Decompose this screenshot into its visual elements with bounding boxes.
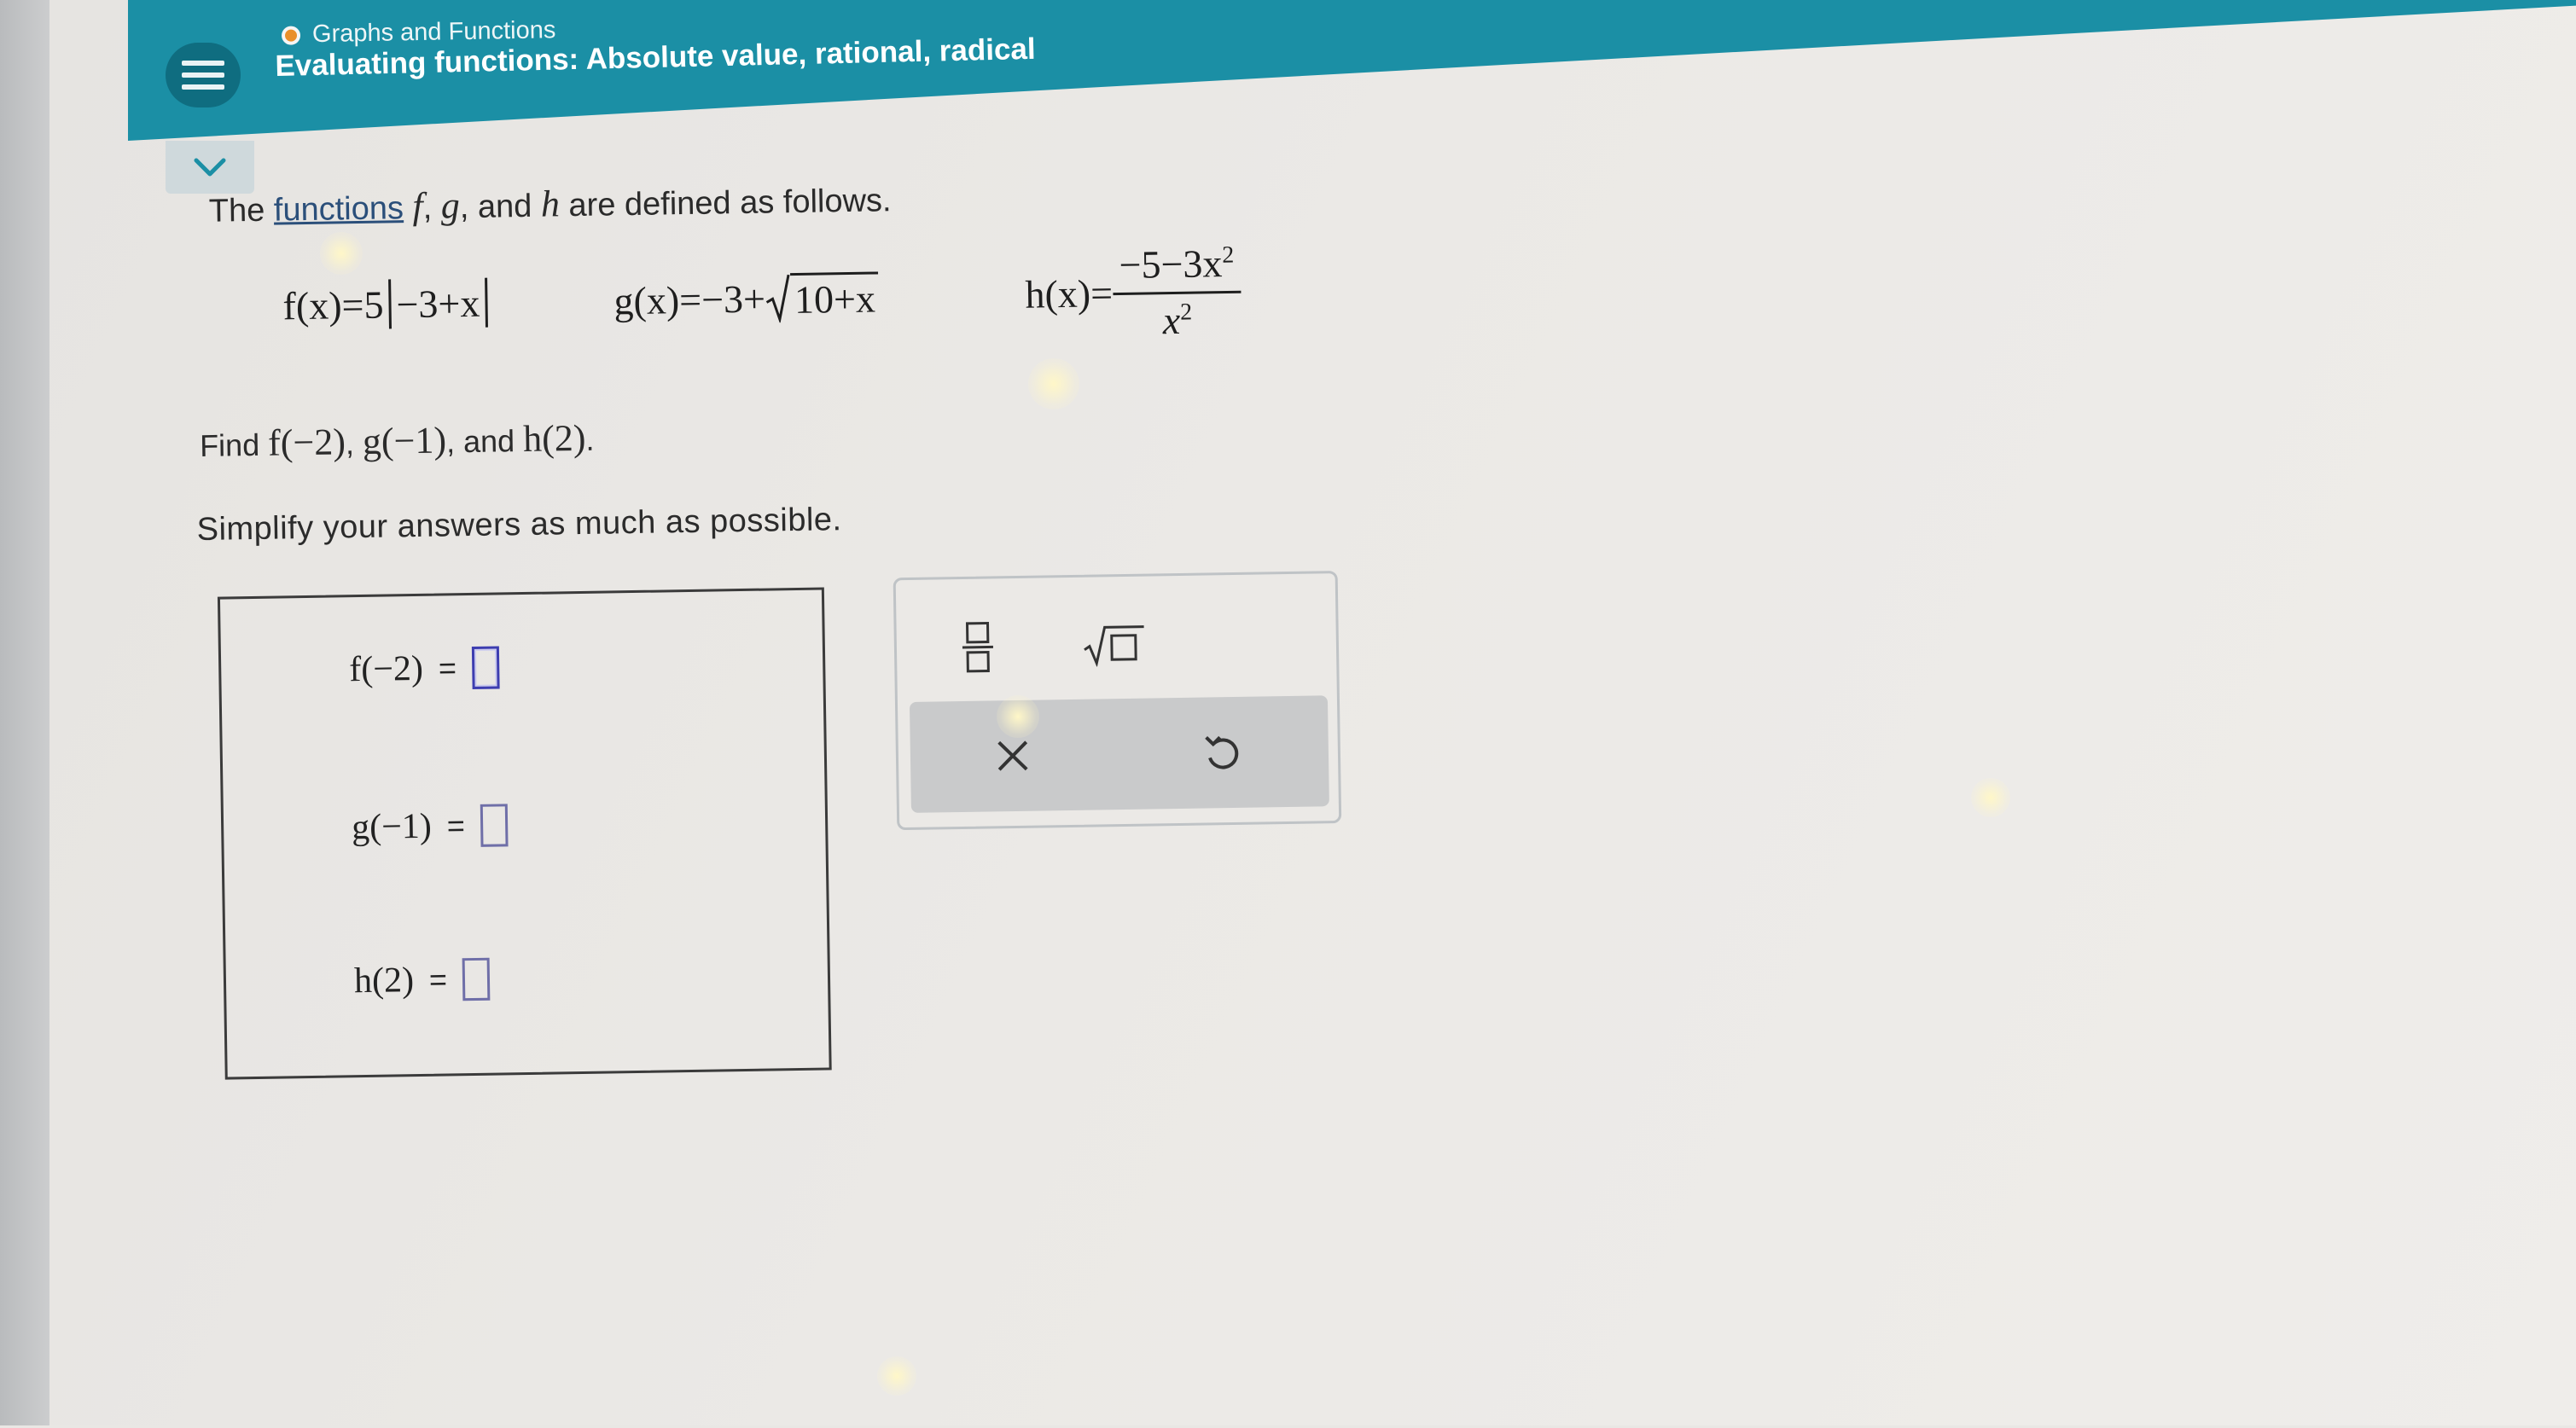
h-fraction: −5−3x2 x2 (1112, 240, 1242, 343)
answer-label-g: g(−1) (351, 806, 433, 848)
light-glare (1971, 778, 2010, 817)
problem-intro: The functions f, g, and h are defined as… (208, 183, 892, 229)
answer-row-f: f(−2) = (348, 646, 500, 691)
fraction-button[interactable] (939, 612, 1016, 682)
fraction-icon (962, 621, 993, 673)
light-glare (1028, 358, 1079, 409)
close-icon (997, 740, 1028, 771)
h-num-exponent: 2 (1221, 241, 1235, 269)
functions-link[interactable]: functions (274, 190, 404, 228)
find-h: h(2) (522, 416, 586, 461)
f-lhs: f(x)=5 (282, 282, 384, 328)
light-glare (997, 695, 1039, 738)
find-f: f(−2) (267, 421, 346, 464)
simplify-instruction: Simplify your answers as much as possibl… (196, 502, 842, 549)
answer-label-h: h(2) (353, 961, 415, 1001)
intro-text: The (208, 192, 265, 229)
find-instruction: Find f(−2), g(−1), and h(2). (199, 416, 595, 464)
find-and: and (462, 423, 515, 460)
math-palette (893, 571, 1342, 831)
intro-and: and (477, 188, 532, 225)
h-numerator: −5−3x2 (1112, 240, 1241, 295)
answer-input-h[interactable] (462, 957, 491, 1001)
intro-text-end: are defined as follows. (568, 183, 892, 224)
h-lhs: h(x)= (1025, 270, 1114, 316)
equals-sign: = (428, 961, 448, 997)
g-radical: 10+x (765, 271, 880, 323)
var-f: f (412, 184, 424, 228)
equals-sign: = (438, 650, 457, 686)
square-root-icon (1084, 625, 1144, 667)
f-definition: f(x)=5 −3+x (282, 256, 493, 353)
abs-bar-left (387, 279, 392, 329)
light-glare (320, 232, 363, 275)
h-den-exponent: 2 (1179, 298, 1193, 326)
h-denominator: x2 (1162, 293, 1192, 343)
problem-content: The functions f, g, and h are defined as… (0, 0, 2576, 1428)
find-g: g(−1) (362, 419, 447, 462)
find-label: Find (199, 427, 260, 463)
light-glare (877, 1356, 916, 1396)
g-definition: g(x)=−3+ 10+x (613, 249, 880, 347)
abs-bar-right (484, 277, 488, 328)
answer-label-f: f(−2) (348, 648, 424, 690)
var-g: g (440, 184, 461, 227)
h-den-text: x (1162, 298, 1181, 342)
answer-input-g[interactable] (480, 804, 509, 847)
g-lhs: g(x)=−3+ (613, 276, 766, 322)
f-abs-inner: −3+x (396, 281, 480, 326)
answer-box: f(−2) = g(−1) = h(2) = (217, 587, 832, 1080)
answer-row-g: g(−1) = (351, 804, 509, 849)
radical-sign-icon (766, 274, 791, 323)
function-definitions: f(x)=5 −3+x g(x)=−3+ 10+x h(x)= −5−3x2 x… (282, 240, 1241, 352)
g-radicand: 10+x (790, 271, 880, 323)
h-definition: h(x)= −5−3x2 x2 (1025, 240, 1242, 342)
equals-sign: = (446, 808, 466, 844)
h-num-text: −5−3x (1119, 241, 1223, 287)
palette-actions (909, 695, 1329, 813)
answer-row-h: h(2) = (353, 957, 491, 1002)
square-root-button[interactable] (1075, 610, 1153, 679)
var-h: h (540, 183, 561, 225)
undo-button[interactable] (1187, 723, 1256, 783)
undo-icon (1205, 735, 1239, 769)
answer-input-f[interactable] (471, 646, 500, 689)
